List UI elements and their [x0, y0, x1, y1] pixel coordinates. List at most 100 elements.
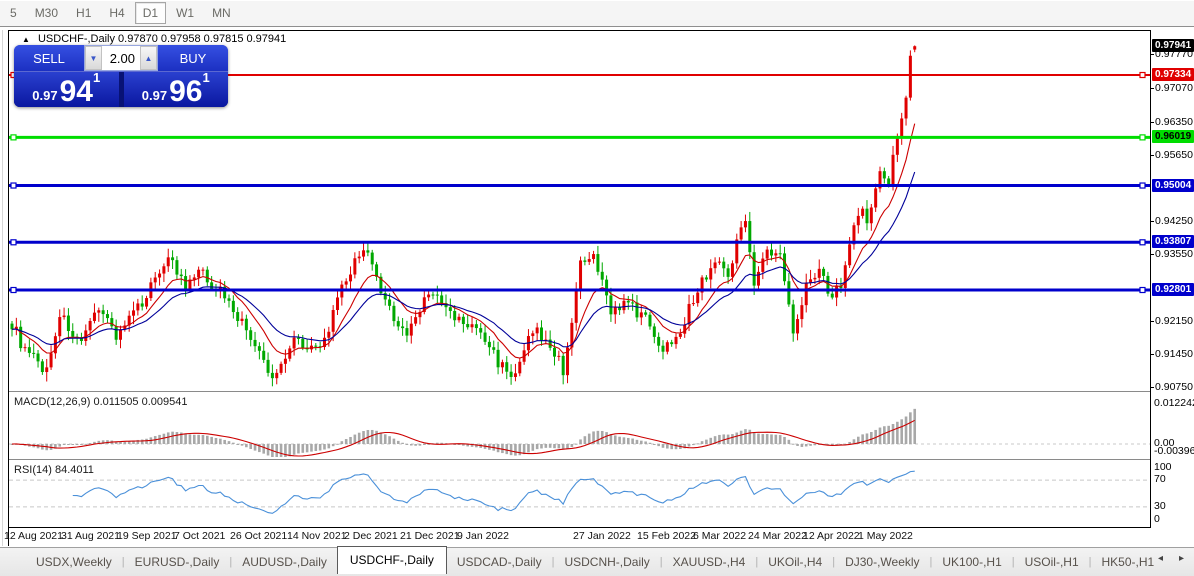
candle-body: [813, 277, 817, 280]
candle-body: [717, 261, 721, 263]
candle-body: [509, 371, 513, 377]
chart-ohlc-values: 0.97870 0.97958 0.97815 0.97941: [118, 33, 287, 45]
macd-histogram-bar: [757, 433, 760, 444]
candle-body: [635, 302, 639, 318]
macd-histogram-bar: [731, 434, 734, 444]
tab-scroll-left-icon[interactable]: ◂: [1158, 553, 1163, 564]
sell-price-display[interactable]: 0.97 94 1: [14, 70, 119, 107]
candle-body: [110, 318, 114, 327]
macd-histogram-bar: [557, 444, 561, 449]
timeframe-d1[interactable]: D1: [134, 2, 167, 24]
chart-tab-usdx-weekly[interactable]: USDX,Weekly: [26, 551, 122, 573]
collapse-triangle-icon[interactable]: ▲: [22, 35, 30, 44]
chart-tab-ukoil-h4[interactable]: UKOil-,H4: [758, 551, 832, 573]
macd-histogram-bar: [227, 441, 231, 444]
macd-histogram-bar: [206, 435, 209, 444]
macd-histogram-bar: [909, 412, 912, 444]
buy-button[interactable]: BUY: [158, 45, 228, 71]
hline-handle[interactable]: [1139, 286, 1146, 294]
candle-body: [262, 350, 266, 360]
candle-body: [92, 312, 96, 321]
candle-body: [275, 372, 279, 379]
candle-body: [405, 328, 409, 336]
chart-tab-usdcad-daily[interactable]: USDCAD-,Daily: [447, 551, 552, 573]
candle-body: [865, 208, 869, 224]
candle-body: [58, 317, 62, 337]
macd-histogram-bar: [527, 444, 530, 453]
hline-handle[interactable]: [1139, 71, 1146, 79]
candle-body: [770, 249, 773, 256]
rsi-panel-canvas[interactable]: [9, 460, 1150, 527]
timeframe-h4[interactable]: H4: [101, 2, 132, 24]
candle-body: [605, 279, 609, 296]
candle-body: [761, 258, 765, 272]
macd-histogram-bar: [544, 444, 548, 448]
timeframe-m30[interactable]: M30: [27, 2, 66, 24]
macd-histogram-bar: [666, 444, 669, 449]
hline-handle[interactable]: [1139, 239, 1146, 246]
chart-tab-usoil-h1[interactable]: USOil-,H1: [1015, 551, 1089, 573]
candle-body: [904, 97, 908, 119]
candle-body: [687, 303, 691, 325]
candle-body: [314, 345, 318, 347]
macd-histogram-bar: [687, 444, 691, 447]
hline-handle[interactable]: [10, 239, 17, 246]
chart-tab-usdcnh-daily[interactable]: USDCNH-,Daily: [554, 551, 659, 573]
date-axis-label: 26 Oct 2021: [230, 530, 288, 542]
current-price-badge: 0.97941: [1152, 39, 1194, 53]
candle-body: [205, 269, 209, 283]
timeframe-toolbar: 5 M30 H1 H4 D1 W1 MN: [0, 0, 1194, 27]
macd-histogram-bar: [123, 441, 127, 444]
volume-decrease-icon[interactable]: ▼: [85, 46, 102, 70]
tab-scroll-right-icon[interactable]: ▸: [1179, 553, 1184, 564]
chart-tab-usdchf-daily[interactable]: USDCHF-,Daily: [336, 546, 447, 574]
macd-histogram-bar: [735, 432, 739, 444]
timeframe-h1[interactable]: H1: [68, 2, 99, 24]
candle-body: [10, 323, 14, 330]
buy-price-display[interactable]: 0.97 96 1: [123, 70, 228, 107]
candle-body: [587, 259, 591, 262]
candle-body: [874, 188, 878, 208]
macd-histogram-bar: [375, 430, 378, 444]
volume-increase-icon[interactable]: ▲: [140, 46, 157, 70]
hline-handle[interactable]: [1139, 134, 1146, 141]
chart-tab-audusd-daily[interactable]: AUDUSD-,Daily: [232, 551, 337, 573]
timeframe-w1[interactable]: W1: [168, 2, 202, 24]
macd-histogram-bar: [175, 432, 179, 444]
candle-body: [375, 264, 379, 277]
macd-histogram-bar: [796, 444, 799, 446]
macd-histogram-bar: [657, 444, 660, 447]
date-axis-label: 12 Apr 2022: [803, 530, 860, 542]
candle-body: [296, 337, 300, 339]
volume-input[interactable]: 2.00: [102, 46, 140, 70]
candle-body: [913, 46, 917, 50]
chart-tab-xauusd-h4[interactable]: XAUUSD-,H4: [663, 551, 756, 573]
macd-histogram-bar: [171, 431, 174, 444]
chart-tab-uk100-h1[interactable]: UK100-,H1: [932, 551, 1011, 573]
chart-border-bottom: [8, 527, 1151, 528]
macd-histogram-bar: [262, 444, 266, 454]
candle-body: [800, 305, 804, 320]
price-tick-label: 0.94250: [1155, 215, 1193, 228]
sell-button[interactable]: SELL: [14, 45, 84, 71]
timeframe-5[interactable]: 5: [2, 2, 25, 24]
one-click-trade-panel: SELL ▼ 2.00 ▲ BUY 0.97 94 1 0.97 96 1: [14, 45, 228, 107]
chart-tab-eurusd-daily[interactable]: EURUSD-,Daily: [125, 551, 230, 573]
hline-handle[interactable]: [10, 182, 17, 189]
candle-body: [713, 262, 717, 269]
candle-body: [40, 361, 44, 373]
candle-body: [392, 305, 396, 322]
chart-tab-hk50-h1[interactable]: HK50-,H1: [1092, 551, 1165, 573]
candle-body: [240, 318, 244, 322]
chart-tab-dj30-weekly[interactable]: DJ30-,Weekly: [835, 551, 929, 573]
hline-handle[interactable]: [10, 134, 17, 141]
chart-title: ▲ USDCHF-,Daily 0.97870 0.97958 0.97815 …: [22, 33, 286, 45]
candle-body: [388, 299, 392, 306]
timeframe-mn[interactable]: MN: [204, 2, 239, 24]
candle-body: [583, 260, 587, 262]
candle-body: [448, 307, 452, 311]
macd-histogram-bar: [518, 444, 522, 456]
hline-handle[interactable]: [1139, 182, 1146, 189]
hline-handle[interactable]: [10, 286, 17, 294]
macd-histogram-bar: [201, 434, 205, 444]
